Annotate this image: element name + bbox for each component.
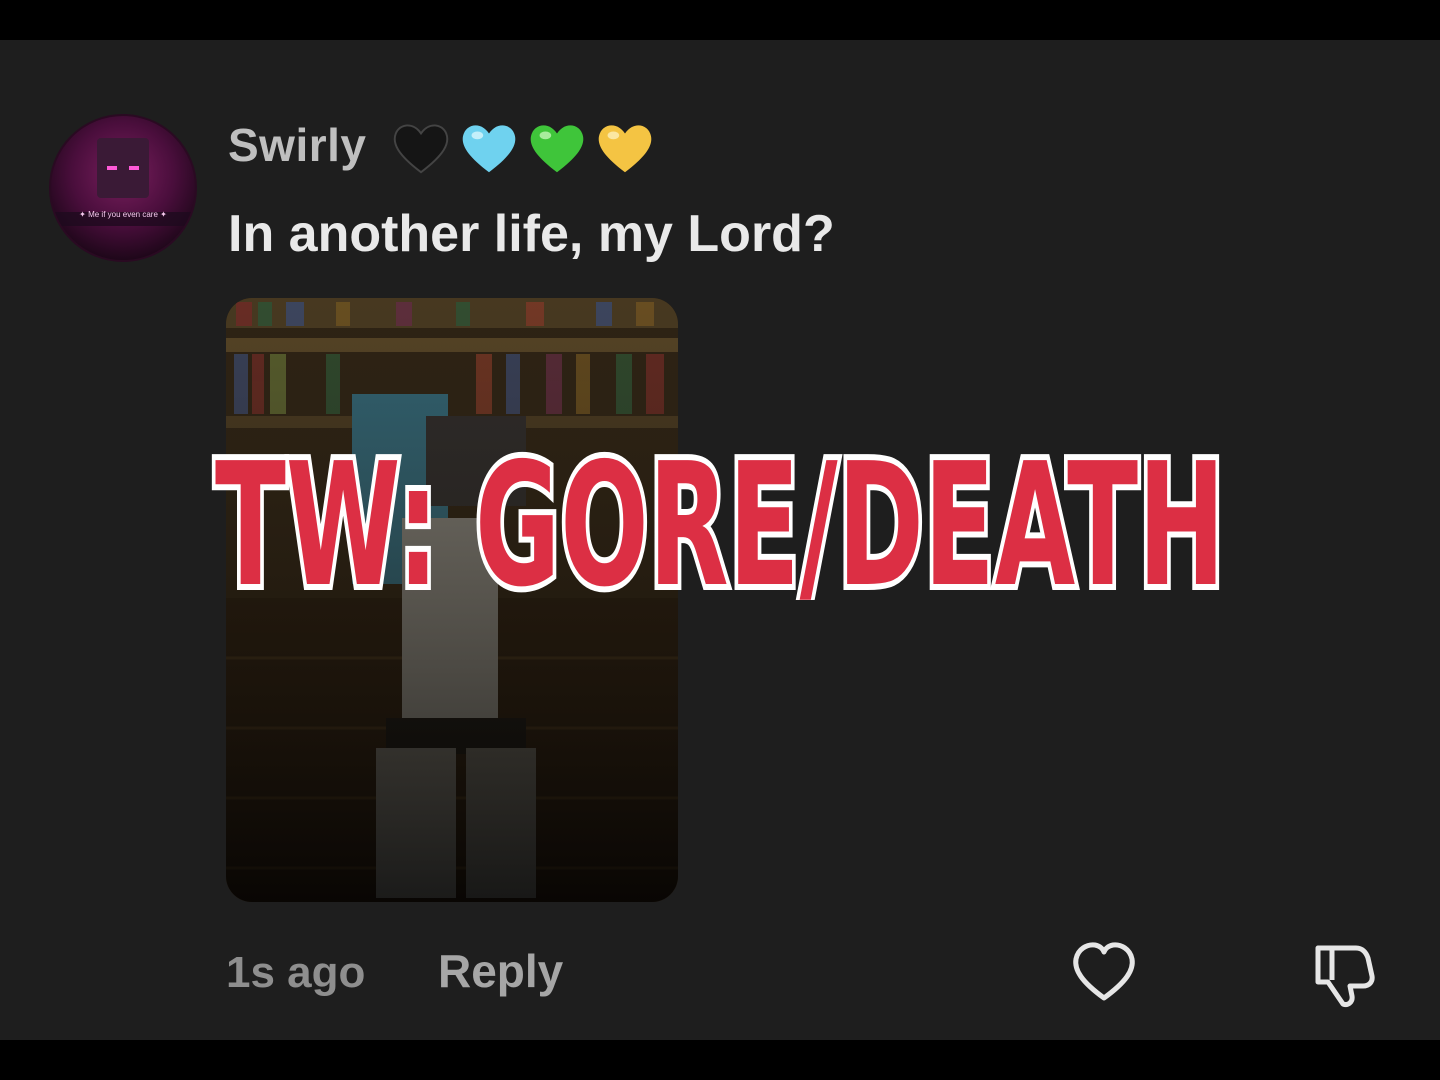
comment-media-thumbnail[interactable] <box>226 298 678 902</box>
heart-outline-icon[interactable] <box>1070 940 1138 1004</box>
username-emojis <box>390 117 656 177</box>
reply-button[interactable]: Reply <box>438 944 563 998</box>
user-avatar[interactable]: ✦ Me if you even care ✦ <box>49 114 197 262</box>
comment-timestamp: 1s ago <box>226 948 366 997</box>
thumbs-down-icon[interactable] <box>1310 938 1382 1008</box>
media-scene <box>226 298 678 902</box>
content-warning-overlay: TW: GORE/DEATH <box>209 428 1231 600</box>
green-heart-icon <box>530 125 584 173</box>
comment-text: In another life, my Lord? <box>228 205 835 263</box>
yellow-heart-icon <box>598 125 652 173</box>
light-blue-heart-icon <box>462 125 516 173</box>
black-heart-icon <box>393 124 449 174</box>
username[interactable]: Swirly <box>228 118 367 172</box>
avatar-face <box>97 138 149 198</box>
warning-text: TW: GORE/DEATH <box>215 428 1225 600</box>
avatar-caption: ✦ Me if you even care ✦ <box>79 210 167 219</box>
